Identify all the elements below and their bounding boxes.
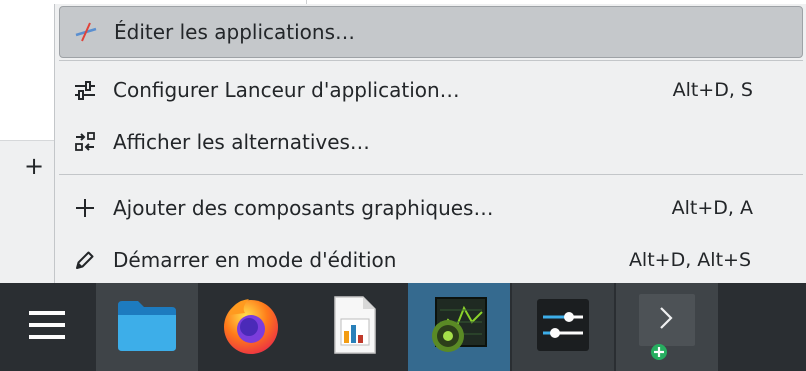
configure-icon: [71, 76, 99, 104]
hamburger-menu-icon: [25, 305, 69, 349]
taskbar-item-libreoffice-calc[interactable]: [304, 283, 406, 371]
taskbar-item-application-launcher[interactable]: [0, 283, 94, 371]
menu-item-shortcut: Alt+D, S: [672, 79, 753, 101]
taskbar-item-system-monitor[interactable]: [408, 283, 510, 371]
add-icon: [71, 194, 99, 222]
pencil-icon: [71, 246, 99, 274]
taskbar-item-dolphin-file-manager[interactable]: [96, 283, 198, 371]
menu-item-label: Démarrer en mode d'édition: [113, 248, 397, 272]
menu-item-label: Configurer Lanceur d'application…: [113, 78, 460, 102]
menu-separator: [59, 60, 803, 61]
menu-item-add-widgets[interactable]: Ajouter des composants graphiques… Alt+D…: [59, 182, 803, 234]
alternatives-icon: [71, 128, 99, 156]
menu-item-label: Afficher les alternatives…: [113, 130, 370, 154]
menu-item-label: Ajouter des composants graphiques…: [113, 196, 494, 220]
menu-item-configure-launcher[interactable]: Configurer Lanceur d'application… Alt+D,…: [59, 64, 803, 116]
firefox-icon: [219, 293, 283, 361]
taskbar-item-firefox[interactable]: [200, 283, 302, 371]
context-menu: Éditer les applications… Configurer Lanc…: [54, 4, 806, 283]
add-icon[interactable]: +: [22, 154, 46, 178]
menu-separator: [59, 174, 803, 175]
spreadsheet-icon: [329, 295, 381, 359]
menu-item-edit-applications[interactable]: Éditer les applications…: [59, 6, 803, 58]
monitor-icon: [426, 292, 492, 362]
settings-sliders-icon: [535, 297, 591, 357]
terminal-icon: [635, 288, 699, 366]
menu-item-shortcut: Alt+D, Alt+S: [628, 249, 751, 271]
menu-item-label: Éditer les applications…: [114, 20, 355, 44]
menu-item-shortcut: Alt+D, A: [671, 197, 753, 219]
menu-item-show-alternatives[interactable]: Afficher les alternatives…: [59, 116, 803, 168]
taskbar-item-terminal[interactable]: [616, 283, 718, 371]
menu-item-enter-edit-mode[interactable]: Démarrer en mode d'édition Alt+D, Alt+S: [59, 234, 803, 286]
taskbar: [0, 283, 806, 371]
edit-applications-icon: [72, 18, 100, 46]
folder-icon: [116, 297, 178, 357]
taskbar-item-system-settings[interactable]: [512, 283, 614, 371]
